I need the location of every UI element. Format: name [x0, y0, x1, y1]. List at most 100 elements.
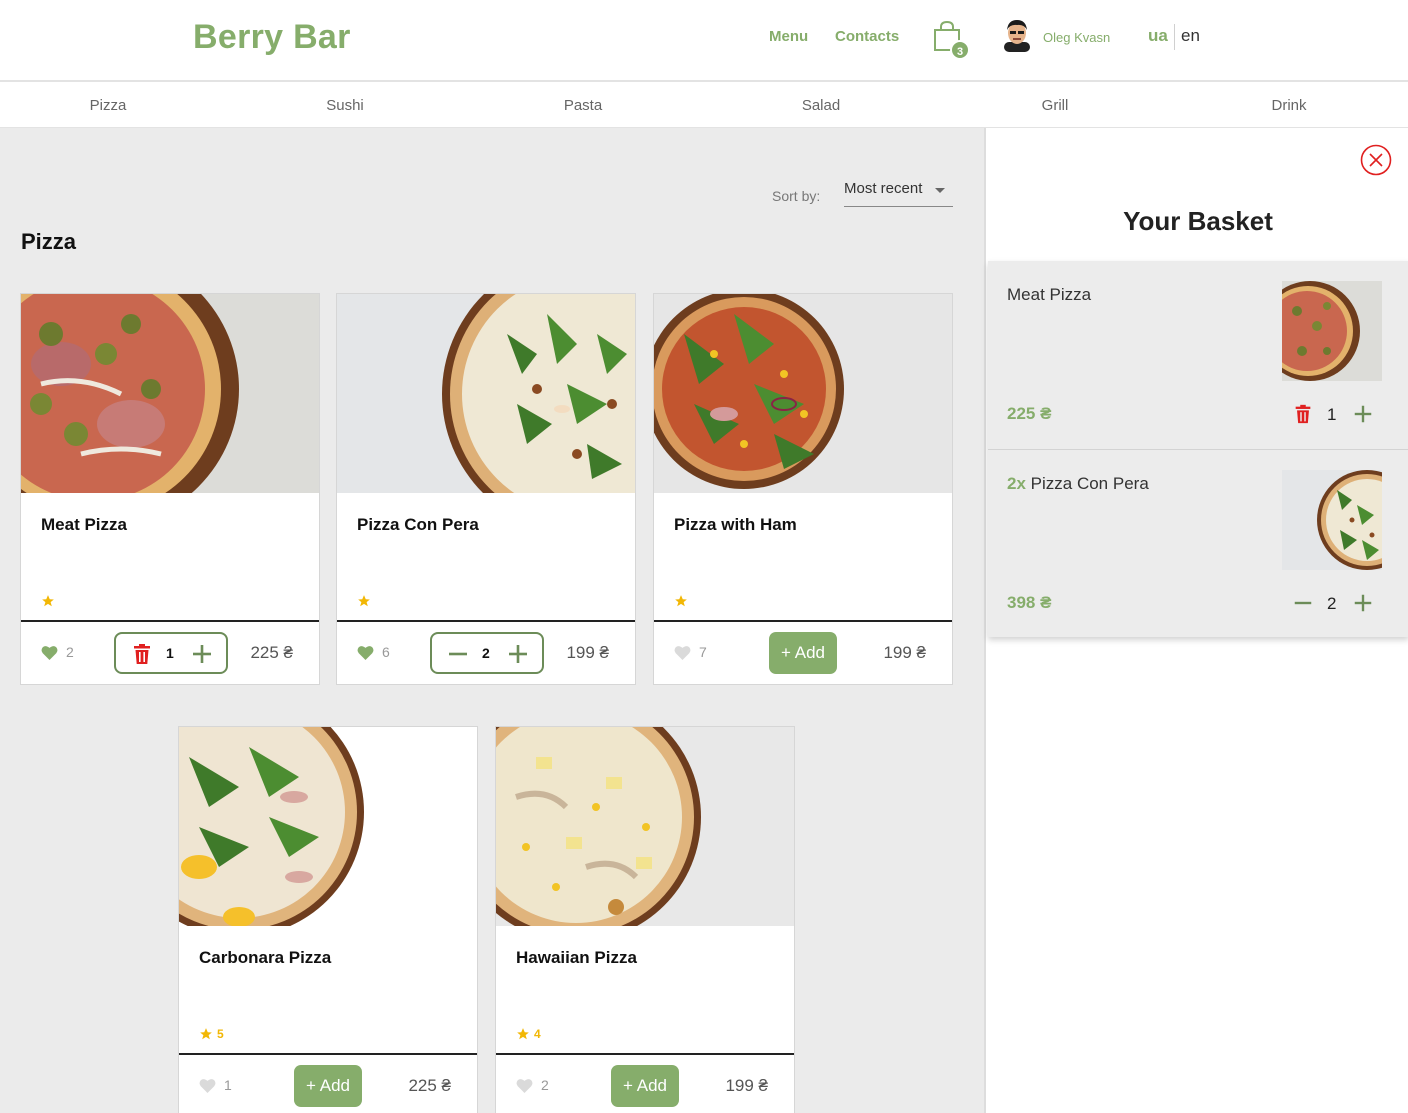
cart-button[interactable]: 3 [932, 20, 974, 62]
basket-item-image [1282, 470, 1382, 570]
remove-item-button[interactable] [1292, 403, 1314, 425]
username-link[interactable]: Oleg Kvasn [1043, 30, 1110, 45]
language-ua[interactable]: ua [1148, 26, 1168, 46]
category-sushi[interactable]: Sushi [326, 97, 364, 114]
star-icon [675, 595, 687, 607]
product-name: Meat Pizza [41, 515, 127, 534]
basket-item: Meat Pizza 225 ₴ 1 [988, 261, 1408, 449]
avatar[interactable] [1002, 18, 1032, 52]
product-area: Sort by: Most recent Pizza Meat Pizza 2 … [0, 128, 984, 1113]
like-button[interactable]: 2 [41, 644, 74, 660]
basket-title: Your Basket [1123, 206, 1273, 236]
like-button[interactable]: 7 [674, 644, 707, 660]
cart-count-badge: 3 [950, 40, 970, 60]
like-button[interactable]: 1 [199, 1077, 232, 1093]
like-button[interactable]: 6 [357, 644, 390, 660]
basket-item: 2x Pizza Con Pera 398 ₴ 2 [988, 449, 1408, 637]
add-to-cart-button[interactable]: + Add [294, 1065, 362, 1107]
decrement-button[interactable] [446, 642, 470, 666]
star-icon [42, 595, 54, 607]
product-image[interactable] [21, 294, 319, 493]
product-price: 225 ₴ [408, 1076, 451, 1095]
basket-increment-button[interactable] [1352, 592, 1374, 614]
like-count: 6 [382, 644, 390, 660]
product-rating [41, 594, 59, 608]
product-name: Carbonara Pizza [199, 948, 332, 967]
basket-decrement-button[interactable] [1292, 592, 1314, 614]
category-grill[interactable]: Grill [1042, 97, 1069, 114]
like-button[interactable]: 2 [516, 1077, 549, 1093]
product-rating [674, 594, 692, 608]
category-drink[interactable]: Drink [1271, 97, 1306, 114]
product-name: Pizza Con Pera [357, 515, 479, 534]
quantity-value: 2 [482, 645, 490, 661]
product-card: Pizza with Ham 7 + Add 199 ₴ [653, 293, 953, 685]
sort-value: Most recent [844, 180, 923, 197]
plus-icon [1354, 594, 1372, 612]
trash-icon [134, 644, 150, 664]
product-image[interactable] [654, 294, 952, 493]
category-salad[interactable]: Salad [802, 97, 840, 114]
heart-icon [199, 1078, 216, 1093]
basket-item-price: 398 ₴ [1007, 593, 1052, 612]
product-image[interactable] [179, 727, 477, 926]
product-price: 225 ₴ [250, 643, 293, 662]
heart-icon [41, 645, 58, 660]
quantity-stepper: 2 [430, 632, 544, 674]
product-image[interactable] [496, 727, 794, 926]
product-price: 199 ₴ [566, 643, 609, 662]
basket-item-name: Meat Pizza [1007, 285, 1092, 304]
basket-list: Meat Pizza 225 ₴ 1 2x Pizza Con Pera 398… [988, 261, 1408, 637]
basket-increment-button[interactable] [1352, 403, 1374, 425]
nav-menu-link[interactable]: Menu [769, 28, 808, 45]
card-divider [179, 1053, 477, 1055]
sort-select[interactable]: Most recent [844, 180, 953, 207]
basket-item-qty: 2 [1327, 594, 1337, 613]
plus-icon [193, 645, 211, 663]
heart-icon [516, 1078, 533, 1093]
basket-item-name: Pizza Con Pera [1030, 474, 1149, 493]
heart-icon [357, 645, 374, 660]
language-divider [1174, 24, 1175, 50]
like-count: 2 [541, 1077, 549, 1093]
card-divider [337, 620, 635, 622]
product-card: Hawaiian Pizza 4 2 + Add 199 ₴ [495, 726, 795, 1113]
top-header: Berry Bar Menu Contacts 3 Oleg Kvasn ua … [0, 0, 1408, 82]
rating-count: 5 [217, 1027, 224, 1041]
product-rating: 4 [516, 1027, 541, 1041]
card-divider [21, 620, 319, 622]
close-basket-button[interactable] [1360, 144, 1392, 176]
minus-icon [449, 652, 467, 656]
logo[interactable]: Berry Bar [193, 18, 351, 57]
product-rating [357, 594, 375, 608]
product-name: Pizza with Ham [674, 515, 797, 534]
basket-item-image [1282, 281, 1382, 381]
product-card: Carbonara Pizza 5 1 + Add 225 ₴ [178, 726, 478, 1113]
add-to-cart-button[interactable]: + Add [611, 1065, 679, 1107]
product-price: 199 ₴ [883, 643, 926, 662]
star-icon [358, 595, 370, 607]
like-count: 1 [224, 1077, 232, 1093]
increment-button[interactable] [506, 642, 530, 666]
basket-panel: Your Basket Meat Pizza 225 ₴ 1 2x Pizza … [984, 128, 1408, 1113]
basket-item-qty: 1 [1327, 405, 1337, 424]
basket-item-name-wrap: Meat Pizza [1007, 285, 1091, 305]
category-pizza[interactable]: Pizza [90, 97, 127, 114]
language-en[interactable]: en [1181, 26, 1200, 46]
close-icon [1360, 144, 1392, 176]
rating-count: 4 [534, 1027, 541, 1041]
add-to-cart-button[interactable]: + Add [769, 632, 837, 674]
like-count: 7 [699, 644, 707, 660]
basket-item-name-wrap: 2x Pizza Con Pera [1007, 474, 1149, 494]
product-price: 199 ₴ [725, 1076, 768, 1095]
category-pasta[interactable]: Pasta [564, 97, 602, 114]
increment-button[interactable] [190, 642, 214, 666]
trash-icon [1295, 404, 1311, 424]
nav-contacts-link[interactable]: Contacts [835, 28, 899, 45]
basket-item-multiplier: 2x [1007, 474, 1026, 493]
like-count: 2 [66, 644, 74, 660]
caret-down-icon [935, 188, 945, 193]
remove-from-cart-button[interactable] [130, 642, 154, 666]
product-image[interactable] [337, 294, 635, 493]
plus-icon [509, 645, 527, 663]
